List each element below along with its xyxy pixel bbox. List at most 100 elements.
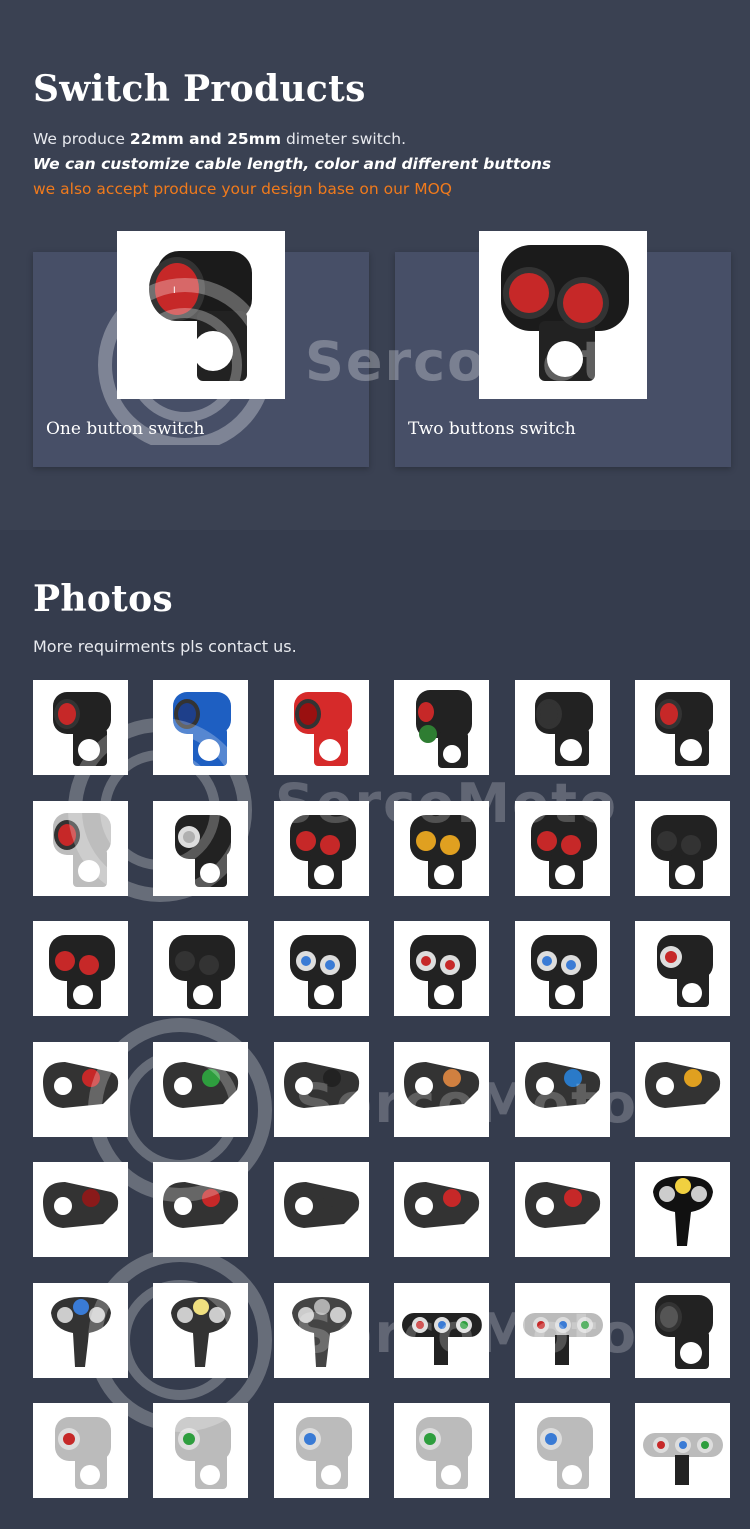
switch-photo — [53, 812, 111, 887]
switch-photo — [163, 1182, 239, 1228]
photo-tile[interactable] — [394, 921, 490, 1016]
switch-photo — [49, 935, 115, 1009]
photo-tile[interactable] — [153, 1403, 249, 1498]
photo-tile[interactable] — [634, 1041, 730, 1137]
photo-tile[interactable] — [394, 1403, 490, 1498]
switch-photo — [410, 935, 477, 1009]
photo-tile[interactable] — [514, 800, 610, 896]
product-image — [479, 231, 647, 399]
switch-photo — [530, 935, 597, 1009]
switch-photo — [51, 1296, 111, 1367]
product-image: I — [117, 231, 285, 399]
switch-photo — [644, 1061, 721, 1108]
switch-photo — [171, 1296, 232, 1367]
switch-photo — [404, 1182, 480, 1228]
switch-photo — [534, 692, 593, 766]
photos-title: Photos — [33, 578, 173, 620]
switch-photo — [530, 814, 597, 889]
photo-tile[interactable] — [33, 1162, 128, 1257]
switch-photo — [404, 1061, 480, 1108]
photo-tile[interactable] — [153, 800, 249, 896]
svg-text:I: I — [173, 286, 176, 296]
photo-tile[interactable] — [33, 1041, 128, 1137]
photo-grid — [33, 680, 730, 1498]
photo-tile[interactable] — [514, 1162, 610, 1257]
photo-tile[interactable] — [273, 1403, 369, 1498]
switch-photo — [55, 1417, 111, 1489]
photo-tile[interactable] — [514, 1282, 610, 1378]
switch-photo — [289, 814, 356, 889]
switch-photo — [169, 935, 236, 1009]
switch-photo — [654, 692, 713, 766]
switch-photo — [524, 1061, 600, 1108]
switch-photo — [650, 814, 717, 889]
switch-photo — [289, 935, 356, 1009]
switch-photo — [283, 1182, 359, 1228]
photo-tile[interactable] — [514, 1403, 610, 1498]
switch-photo — [53, 692, 111, 766]
switch-photo — [652, 1176, 713, 1246]
photo-tile[interactable] — [394, 1162, 490, 1257]
photos-section: Photos More requirments pls contact us. — [0, 530, 750, 1529]
photo-tile[interactable] — [33, 800, 128, 896]
switch-photo — [43, 1182, 119, 1228]
product-card-one-button[interactable]: I One button switch — [33, 231, 369, 467]
photo-tile[interactable] — [634, 800, 730, 896]
switch-photo — [524, 1182, 600, 1228]
page-title: Switch Products — [33, 68, 366, 110]
photo-tile[interactable] — [394, 800, 490, 896]
photo-tile[interactable] — [634, 1162, 730, 1257]
photo-tile[interactable] — [33, 921, 128, 1016]
switch-photo — [295, 1417, 352, 1489]
photo-tile[interactable] — [273, 680, 369, 775]
switch-photo — [283, 1061, 359, 1108]
card-caption: Two buttons switch — [408, 419, 576, 439]
photo-tile[interactable] — [514, 680, 610, 775]
switch-photo — [410, 814, 477, 889]
photos-subtitle: More requirments pls contact us. — [33, 637, 297, 656]
photo-tile[interactable] — [273, 1041, 369, 1137]
photo-tile[interactable] — [514, 1041, 610, 1137]
photo-tile[interactable] — [394, 1041, 490, 1137]
switch-photo — [293, 692, 352, 766]
photo-tile[interactable] — [153, 1282, 249, 1378]
photo-tile[interactable] — [273, 1162, 369, 1257]
moq-line: we also accept produce your design base … — [33, 180, 452, 198]
switch-photo — [291, 1296, 352, 1367]
switch-products-section: Switch Products We produce 22mm and 25mm… — [0, 0, 750, 530]
switch-photo — [522, 1312, 603, 1365]
switch-photo — [175, 1417, 232, 1489]
photo-tile[interactable] — [634, 921, 730, 1016]
photo-tile[interactable] — [394, 1282, 490, 1378]
switch-photo — [163, 1061, 239, 1108]
switch-photo — [43, 1061, 119, 1108]
intro-line: We produce 22mm and 25mm dimeter switch. — [33, 130, 407, 148]
photo-tile[interactable] — [273, 1282, 369, 1378]
photo-tile[interactable] — [33, 1403, 128, 1498]
card-caption: One button switch — [46, 419, 205, 439]
photo-tile[interactable] — [153, 680, 249, 775]
photo-tile[interactable] — [634, 1403, 730, 1498]
switch-photo — [654, 1294, 713, 1369]
photo-tile[interactable] — [153, 921, 249, 1016]
photo-tile[interactable] — [634, 680, 730, 775]
photo-tile[interactable] — [514, 921, 610, 1016]
switch-photo — [402, 1312, 483, 1365]
photo-tile[interactable] — [33, 1282, 128, 1378]
switch-photo — [536, 1417, 593, 1489]
photo-tile[interactable] — [634, 1282, 730, 1378]
photo-tile[interactable] — [33, 680, 128, 775]
switch-photo — [642, 1433, 723, 1485]
photo-tile[interactable] — [273, 800, 369, 896]
switch-photo — [416, 1417, 473, 1489]
photo-tile[interactable] — [153, 1041, 249, 1137]
switch-photo — [416, 690, 473, 768]
switch-photo — [175, 814, 232, 887]
photo-tile[interactable] — [394, 680, 490, 775]
product-card-two-buttons[interactable]: Two buttons switch — [395, 231, 731, 467]
photo-tile[interactable] — [153, 1162, 249, 1257]
switch-photo — [173, 692, 232, 766]
customize-line: We can customize cable length, color and… — [33, 155, 552, 173]
switch-photo — [656, 935, 713, 1007]
photo-tile[interactable] — [273, 921, 369, 1016]
